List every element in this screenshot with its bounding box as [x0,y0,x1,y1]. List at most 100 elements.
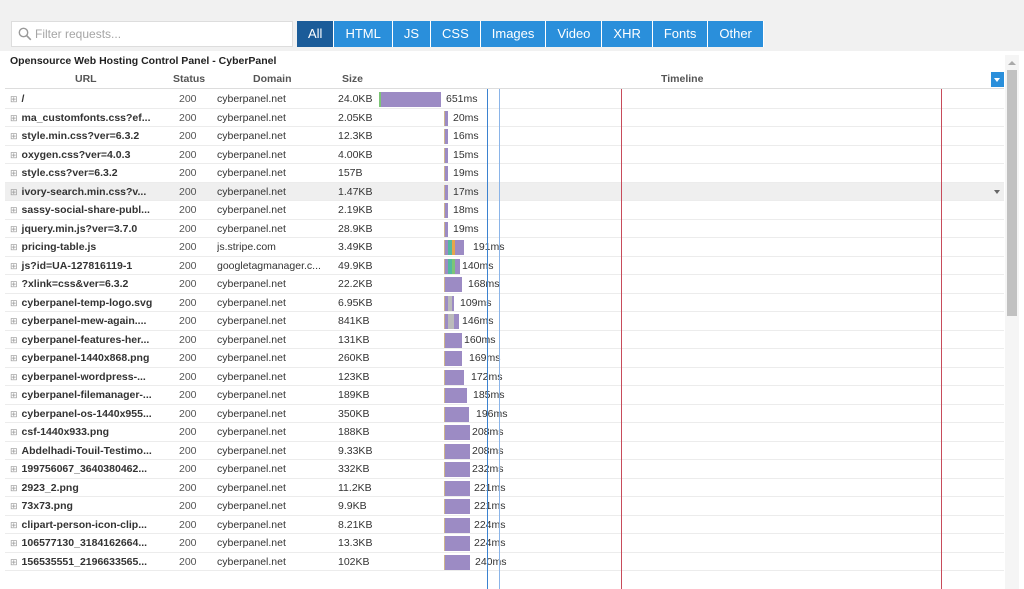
table-row[interactable]: ⊞ cyberpanel-filemanager-... 200 cyberpanel… [5,386,1004,405]
timeline-bar[interactable] [379,92,441,107]
timeline-bar[interactable] [445,499,470,514]
table-row[interactable]: ⊞ cyberpanel-wordpress-... 200 cyberpanel.n… [5,368,1004,386]
request-url[interactable]: ⊞ clipart-person-icon-clip... [10,519,160,531]
request-url[interactable]: ⊞ ?xlink=css&ver=6.3.2 [10,278,160,290]
request-url[interactable]: ⊞ cyberpanel-1440x868.png [10,352,160,364]
request-url[interactable]: ⊞ style.min.css?ver=6.3.2 [10,130,160,142]
timeline-bar[interactable] [445,443,470,459]
table-row[interactable]: ⊞ ?xlink=css&ver=6.3.2 200 cyberpanel.net 22… [5,275,1004,294]
timeline-bar[interactable] [445,536,470,551]
request-url[interactable]: ⊞ 106577130_3184162664... [10,537,160,549]
request-url[interactable]: ⊞ style.css?ver=6.3.2 [10,167,160,179]
request-url[interactable]: ⊞ cyberpanel-filemanager-... [10,389,160,401]
type-filter-css[interactable]: CSS [431,21,481,47]
timeline-bar[interactable] [445,221,448,237]
table-row[interactable]: ⊞csf-1440x933.png200cyberpanel.net188KB2… [5,423,1004,442]
table-row[interactable]: ⊞ sassy-social-share-publ... 200 cyberpanel… [5,201,1004,220]
filter-box[interactable] [11,21,293,47]
table-row[interactable]: ⊞ cyberpanel-os-1440x955... 200 cyberpanel.… [5,405,1004,423]
table-row[interactable]: ⊞ cyberpanel-temp-logo.svg 200 cyberpanel.n… [5,294,1004,312]
type-filter-video[interactable]: Video [546,21,603,47]
scroll-thumb[interactable] [1007,70,1017,316]
table-row[interactable]: ⊞/ 200 cyberpanel.net 24.0KB 651ms [5,90,1004,109]
expand-icon[interactable]: ⊞ [10,353,18,363]
table-row[interactable]: ⊞ 73x73.png 200 cyberpanel.net 9.9KB 221ms [5,497,1004,516]
expand-icon[interactable]: ⊞ [10,94,18,104]
expand-icon[interactable]: ⊞ [10,501,18,511]
expand-icon[interactable]: ⊞ [10,168,18,178]
expand-icon[interactable]: ⊞ [10,335,18,345]
type-filter-other[interactable]: Other [708,21,764,47]
table-row[interactable]: ⊞ 199756067_3640380462... 200 cyberpanel.ne… [5,460,1004,479]
expand-icon[interactable]: ⊞ [10,409,18,419]
expand-icon[interactable]: ⊞ [10,372,18,382]
type-filter-html[interactable]: HTML [334,21,393,47]
timeline-bar[interactable] [445,203,448,218]
table-row[interactable]: ⊞ clipart-person-icon-clip... 200 cyberpane… [5,516,1004,534]
table-row[interactable]: ⊞ cyberpanel-1440x868.png 200 cyberpanel.ne… [5,349,1004,368]
timeline-bar[interactable] [445,184,448,200]
timeline-bar[interactable] [445,110,448,126]
expand-icon[interactable]: ⊞ [10,483,18,493]
request-url[interactable]: ⊞ cyberpanel-mew-again.... [10,315,160,327]
request-url[interactable]: ⊞ pricing-table.js [10,241,160,253]
table-row[interactable]: ⊞ 2923_2.png 200 cyberpanel.net 11.2KB 221ms [5,479,1004,497]
expand-icon[interactable]: ⊞ [10,279,18,289]
expand-icon[interactable]: ⊞ [10,261,18,271]
filter-input[interactable] [35,24,285,44]
request-url[interactable]: ⊞ cyberpanel-features-her... [10,334,160,346]
timeline-bar[interactable] [445,369,464,385]
table-row[interactable]: ⊞ 106577130_3184162664... 200 cyberpanel.ne… [5,534,1004,553]
request-url[interactable]: ⊞ 2923_2.png [10,482,160,494]
timeline-bar[interactable] [445,332,462,348]
type-filter-js[interactable]: JS [392,21,432,47]
expand-icon[interactable]: ⊞ [10,427,18,437]
expand-icon[interactable]: ⊞ [10,113,18,123]
scroll-up-icon[interactable] [1008,61,1016,65]
expand-icon[interactable]: ⊞ [10,557,18,567]
expand-icon[interactable]: ⊞ [10,131,18,141]
expand-icon[interactable]: ⊞ [10,316,18,326]
request-url[interactable]: ⊞ Abdelhadi-Touil-Testimo... [10,445,160,457]
timeline-bar[interactable] [445,277,462,292]
request-url[interactable]: ⊞ ivory-search.min.css?v... [10,186,160,198]
request-url[interactable]: ⊞ 199756067_3640380462... [10,463,160,475]
timeline-bar[interactable] [445,147,448,163]
table-row[interactable]: ⊞ ivory-search.min.css?v... 200 cyberpanel.… [5,182,1004,201]
timeline-bar[interactable] [445,351,462,366]
table-row[interactable]: ⊞ cyberpanel-mew-again.... 200 cyberpanel.n… [5,312,1004,331]
expand-icon[interactable]: ⊞ [10,390,18,400]
col-url[interactable]: URL [75,73,97,85]
timeline-bar[interactable] [445,462,470,477]
type-filter-fonts[interactable]: Fonts [652,21,709,47]
col-size[interactable]: Size [342,73,363,85]
timeline-dropdown-button[interactable] [991,72,1004,87]
table-row[interactable]: ⊞ Abdelhadi-Touil-Testimo... 200 cyberpanel… [5,442,1004,460]
timeline-bar[interactable] [445,166,448,181]
request-url[interactable]: ⊞ / [10,93,160,105]
table-row[interactable]: ⊞ style.css?ver=6.3.2 200 cyberpanel.net 157… [5,164,1004,183]
expand-icon[interactable]: ⊞ [10,224,18,234]
request-url[interactable]: ⊞ js?id=UA-127816119-1 [10,260,160,272]
expand-icon[interactable]: ⊞ [10,242,18,252]
request-url[interactable]: ⊞ ma_customfonts.css?ef... [10,112,160,124]
timeline-bar[interactable] [445,554,470,570]
table-row[interactable]: ⊞ oxygen.css?ver=4.0.3 200 cyberpanel.net 4.… [5,146,1004,164]
request-url[interactable]: ⊞ cyberpanel-wordpress-... [10,371,160,383]
expand-icon[interactable]: ⊞ [10,520,18,530]
request-url[interactable]: ⊞ cyberpanel-os-1440x955... [10,408,160,420]
type-filter-xhr[interactable]: XHR [602,21,653,47]
expand-icon[interactable]: ⊞ [10,150,18,160]
request-url[interactable]: ⊞ 73x73.png [10,500,160,512]
col-timeline[interactable]: Timeline [661,73,703,85]
request-url[interactable]: ⊞ csf-1440x933.png [10,426,160,438]
row-menu-icon[interactable] [994,189,1000,194]
expand-icon[interactable]: ⊞ [10,538,18,548]
timeline-bar[interactable] [445,129,448,144]
table-row[interactable]: ⊞ pricing-table.js 200 js.stripe.com 3.49KB 1… [5,238,1004,257]
type-filter-all[interactable]: All [297,21,335,47]
request-url[interactable]: ⊞ sassy-social-share-publ... [10,204,160,216]
expand-icon[interactable]: ⊞ [10,298,18,308]
request-url[interactable]: ⊞ 156535551_2196633565... [10,556,160,568]
expand-icon[interactable]: ⊞ [10,187,18,197]
